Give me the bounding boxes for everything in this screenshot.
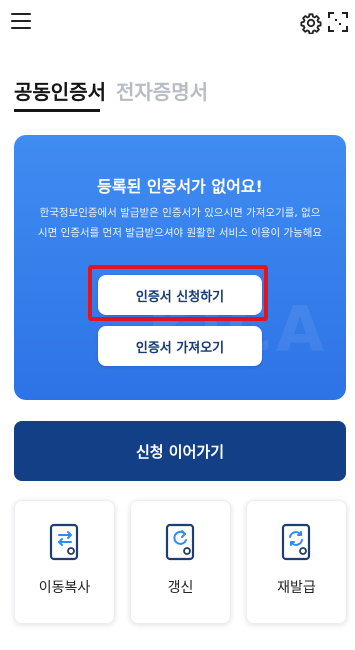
card-label: 이동복사 [38,580,91,596]
tab-label: 전자증명서 [116,80,208,104]
gear-icon[interactable] [300,12,322,34]
active-tab-underline [14,109,100,112]
no-certificate-panel: KICA 등록된 인증서가 없어요! 한국정보인증에서 발급받은 인증서가 있으… [14,135,346,400]
transfer-certificate-icon [49,523,79,561]
renew-certificate-icon [165,523,195,561]
import-certificate-button[interactable]: 인증서 가져오기 [98,326,262,366]
renew-card[interactable]: 갱신 [130,500,231,624]
card-label: 재발급 [277,580,316,596]
tab-label: 공동인증서 [14,80,106,104]
card-label: 갱신 [167,580,194,596]
hamburger-menu-icon[interactable] [11,13,31,31]
top-bar [0,0,355,50]
tab-electronic-certificate[interactable]: 전자증명서 [116,76,208,105]
apply-certificate-button[interactable]: 인증서 신청하기 [98,275,262,315]
panel-title: 등록된 인증서가 없어요! [97,177,263,196]
tab-joint-certificate[interactable]: 공동인증서 [14,76,106,112]
qr-scan-icon[interactable] [328,12,348,32]
reissue-card[interactable]: 재발급 [246,500,347,624]
reissue-certificate-icon [281,523,311,561]
action-cards: 이동복사 갱신 재발급 [14,500,347,624]
panel-description: 한국정보인증에서 발급받은 인증서가 있으시면 가져오기를, 없으시면 인증서를… [37,207,323,239]
transfer-copy-card[interactable]: 이동복사 [14,500,115,624]
continue-application-button[interactable]: 신청 이어가기 [14,421,346,481]
